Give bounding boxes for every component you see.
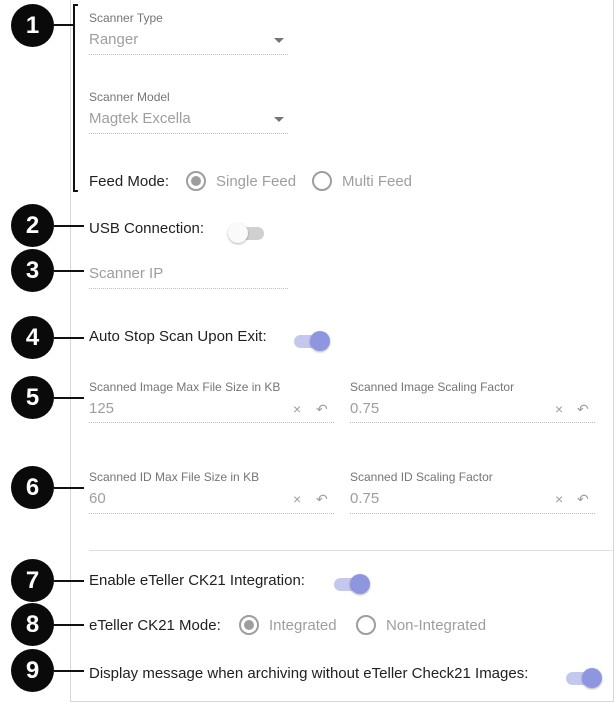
image-max-size-input[interactable]: 125 — [89, 400, 114, 417]
clear-icon[interactable]: × — [293, 401, 301, 417]
callout-9: 9 — [11, 649, 54, 692]
image-scaling-label: Scanned Image Scaling Factor — [350, 380, 515, 394]
callout-leader — [54, 397, 84, 399]
usb-connection-label: USB Connection: — [89, 220, 205, 237]
undo-icon[interactable]: ↶ — [577, 401, 589, 418]
non-integrated-label[interactable]: Non-Integrated — [386, 617, 486, 634]
toggle-thumb[interactable] — [350, 574, 370, 594]
undo-icon[interactable]: ↶ — [316, 401, 328, 418]
toggle-thumb[interactable] — [310, 331, 330, 351]
clear-icon[interactable]: × — [555, 491, 563, 507]
scanner-type-select[interactable] — [89, 54, 288, 55]
id-scaling-label: Scanned ID Scaling Factor — [350, 470, 493, 484]
id-scaling-input[interactable]: 0.75 — [350, 490, 379, 507]
callout-1: 1 — [11, 4, 54, 47]
archive-message-toggle[interactable] — [564, 667, 602, 689]
scanner-model-select[interactable] — [89, 133, 288, 134]
id-max-size-label: Scanned ID Max File Size in KB — [89, 470, 260, 484]
callout-bracket — [73, 4, 78, 192]
scanner-type-value[interactable]: Ranger — [89, 31, 138, 48]
callout-leader — [54, 270, 84, 272]
scanner-model-value[interactable]: Magtek Excella — [89, 110, 191, 127]
integrated-label[interactable]: Integrated — [269, 617, 337, 634]
ck21-integration-toggle[interactable] — [332, 573, 370, 595]
clear-icon[interactable]: × — [293, 491, 301, 507]
callout-5: 5 — [11, 376, 54, 419]
callout-3: 3 — [11, 249, 54, 292]
callout-2: 2 — [11, 204, 54, 247]
toggle-thumb[interactable] — [582, 668, 602, 688]
archive-message-label: Display message when archiving without e… — [89, 665, 529, 682]
radio-multi-feed[interactable] — [312, 171, 332, 191]
callout-leader — [54, 225, 84, 227]
undo-icon[interactable]: ↶ — [316, 491, 328, 508]
toggle-thumb[interactable] — [228, 223, 248, 243]
undo-icon[interactable]: ↶ — [577, 491, 589, 508]
callout-6: 6 — [11, 466, 54, 509]
scanner-model-label: Scanner Model — [89, 90, 170, 104]
settings-panel — [70, 0, 614, 702]
feed-mode-label: Feed Mode: — [89, 173, 170, 190]
scanner-ip-input[interactable]: Scanner IP — [89, 265, 163, 282]
image-max-size-label: Scanned Image Max File Size in KB — [89, 380, 281, 394]
radio-single-feed[interactable] — [186, 171, 206, 191]
callout-leader — [54, 24, 75, 26]
image-scaling-input[interactable]: 0.75 — [350, 400, 379, 417]
image-scaling-underline — [350, 422, 595, 423]
radio-non-integrated[interactable] — [356, 615, 376, 635]
callout-leader — [54, 487, 84, 489]
callout-4: 4 — [11, 316, 54, 359]
ck21-mode-label: eTeller CK21 Mode: — [89, 617, 221, 634]
section-divider — [89, 550, 612, 551]
callout-leader — [54, 670, 84, 672]
scanner-type-label: Scanner Type — [89, 11, 163, 25]
chevron-down-icon[interactable] — [274, 117, 284, 122]
radio-integrated[interactable] — [239, 615, 259, 635]
callout-7: 7 — [11, 559, 54, 602]
id-scaling-underline — [350, 513, 595, 514]
callout-leader — [54, 624, 84, 626]
id-max-size-input[interactable]: 60 — [89, 490, 106, 507]
chevron-down-icon[interactable] — [274, 38, 284, 43]
callout-leader — [54, 337, 84, 339]
auto-stop-toggle[interactable] — [292, 330, 330, 352]
clear-icon[interactable]: × — [555, 401, 563, 417]
image-max-size-underline — [89, 422, 334, 423]
usb-connection-toggle[interactable] — [228, 222, 266, 244]
callout-leader — [54, 580, 84, 582]
callout-8: 8 — [11, 603, 54, 646]
multi-feed-label[interactable]: Multi Feed — [342, 173, 412, 190]
auto-stop-label: Auto Stop Scan Upon Exit: — [89, 328, 267, 345]
scanner-ip-underline — [89, 288, 288, 289]
single-feed-label[interactable]: Single Feed — [216, 173, 296, 190]
ck21-integration-label: Enable eTeller CK21 Integration: — [89, 572, 305, 589]
id-max-size-underline — [89, 513, 334, 514]
